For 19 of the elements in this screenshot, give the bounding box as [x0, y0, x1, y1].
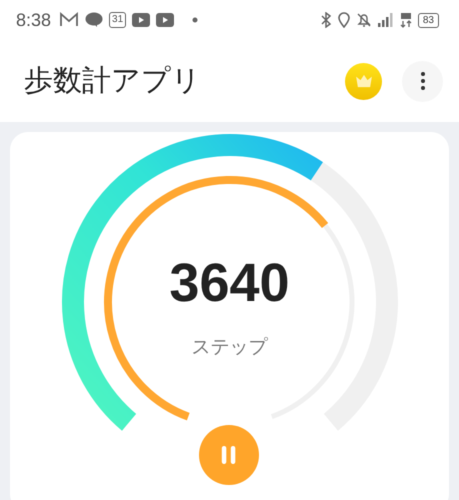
signal-icon	[378, 13, 394, 27]
network-4g-icon	[400, 12, 412, 28]
app-title: 歩数計アプリ	[24, 62, 201, 99]
crown-icon	[354, 74, 372, 88]
pause-icon	[220, 444, 238, 466]
battery-icon: 83	[418, 12, 439, 28]
calendar-icon: 31	[109, 12, 126, 28]
bell-off-icon	[356, 12, 372, 28]
chat-bubble-icon	[85, 12, 104, 28]
play-icon	[156, 13, 174, 27]
bluetooth-icon	[320, 12, 332, 28]
premium-button[interactable]	[345, 62, 382, 100]
dot-icon	[192, 17, 198, 23]
clock: 8:38	[16, 10, 52, 30]
menu-button[interactable]	[402, 60, 443, 102]
more-vertical-icon	[420, 72, 424, 90]
mail-icon	[59, 12, 80, 28]
location-pin-icon	[338, 12, 350, 28]
play-icon	[132, 13, 150, 27]
